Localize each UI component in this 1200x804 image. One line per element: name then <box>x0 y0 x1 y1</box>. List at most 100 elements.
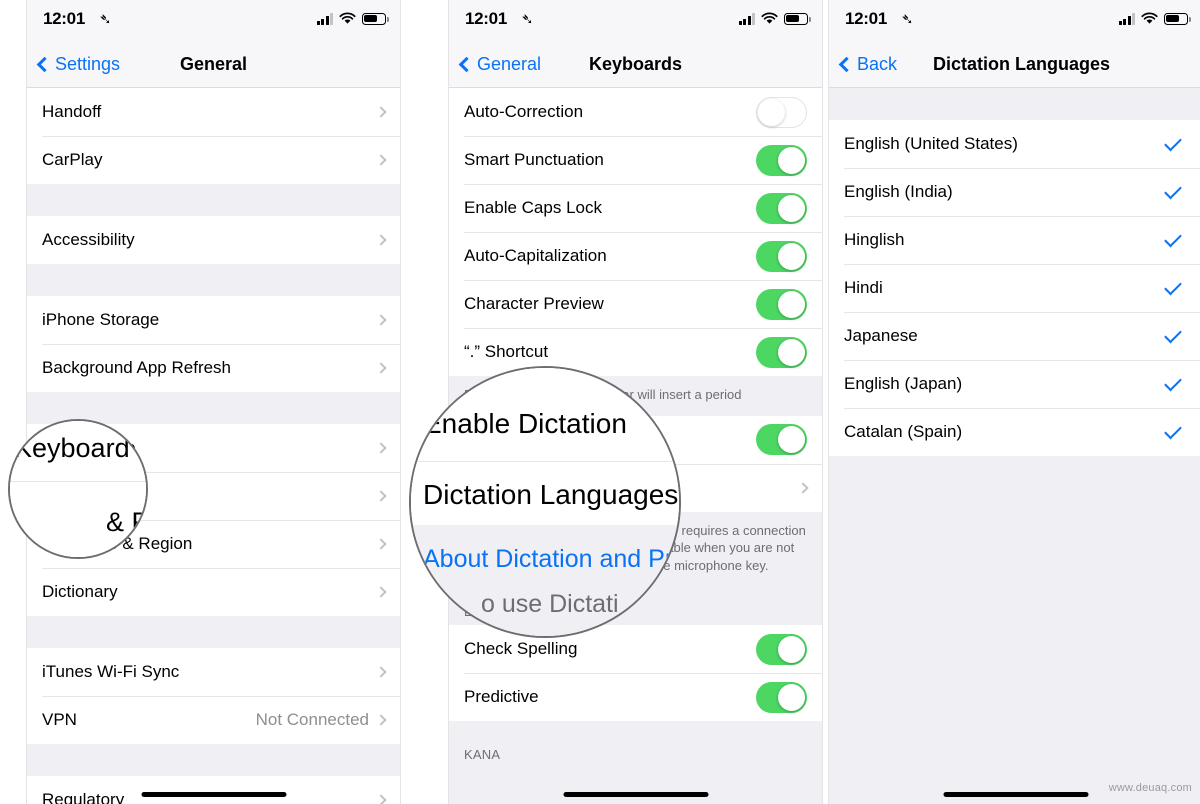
status-bar: 12:01 ➴ <box>449 0 822 40</box>
list-item-label: Japanese <box>844 326 918 345</box>
chevron-right-icon <box>797 481 809 494</box>
wifi-icon <box>761 12 778 24</box>
toggle-predictive[interactable] <box>756 681 807 713</box>
list-group-languages: English (United States) English (India) … <box>829 120 1200 456</box>
status-bar: 12:01 ➴ <box>27 0 400 40</box>
chevron-right-icon <box>375 362 387 374</box>
list-item-label: Dictionary <box>42 582 118 601</box>
group-separator <box>27 616 400 648</box>
toggle-enable-caps-lock[interactable] <box>756 192 807 224</box>
list-item-label: Hindi <box>844 278 883 297</box>
magnified-label-region-partial: & Reg <box>106 507 146 537</box>
list-group: iTunes Wi-Fi Sync VPN Not Connected <box>27 648 400 744</box>
chevron-right-icon <box>375 314 387 326</box>
toggle-period-shortcut[interactable] <box>756 336 807 368</box>
list-item-iphone-storage[interactable]: iPhone Storage <box>27 296 400 344</box>
list-item-itunes-wifi-sync[interactable]: iTunes Wi-Fi Sync <box>27 648 400 696</box>
list-item-dictionary[interactable]: Dictionary <box>27 568 400 616</box>
magnifier-loupe-keyboard: Keyboard ate & e & Reg <box>8 419 148 559</box>
status-bar-indicators <box>1118 12 1191 25</box>
location-arrow-icon: ➴ <box>99 11 112 28</box>
toggle-auto-capitalization[interactable] <box>756 240 807 272</box>
toggle-check-spelling[interactable] <box>756 633 807 665</box>
magnified-link-about-dictation[interactable]: About Dictation and Priva <box>423 545 679 574</box>
home-indicator <box>563 792 708 797</box>
list-item-background-app-refresh[interactable]: Background App Refresh <box>27 344 400 392</box>
list-group-keyboard-options: Auto-Correction Smart Punctuation Enable… <box>449 88 822 376</box>
list-item-auto-correction[interactable]: Auto-Correction <box>449 88 822 136</box>
chevron-right-icon <box>375 666 387 678</box>
list-item-auto-capitalization[interactable]: Auto-Capitalization <box>449 232 822 280</box>
chevron-right-icon <box>375 154 387 166</box>
list-item-handoff[interactable]: Handoff <box>27 88 400 136</box>
cellular-signal-icon <box>316 12 333 25</box>
nav-bar-dictation-languages: Back Dictation Languages <box>829 40 1200 88</box>
list-item-character-preview[interactable]: Character Preview <box>449 280 822 328</box>
list-item-enable-caps-lock[interactable]: Enable Caps Lock <box>449 184 822 232</box>
list-item-predictive[interactable]: Predictive <box>449 673 822 722</box>
cellular-signal-icon <box>738 12 755 25</box>
magnified-label-time-partial: e <box>108 421 123 434</box>
list-item-label: CarPlay <box>42 150 103 169</box>
list-item-language[interactable]: Hinglish <box>829 216 1200 264</box>
checkmark-icon <box>1164 277 1182 295</box>
chevron-right-icon <box>375 714 387 726</box>
status-bar-indicators <box>738 12 811 25</box>
wifi-icon <box>339 12 356 24</box>
chevron-right-icon <box>375 586 387 598</box>
section-header-kana: KANA <box>449 721 822 769</box>
phone-panel-dictation-languages: 12:01 ➴ Back Dictation Languages English… <box>828 0 1200 804</box>
page-title-dictation-languages: Dictation Languages <box>933 53 1111 74</box>
status-bar: 12:01 ➴ <box>829 0 1200 40</box>
battery-icon <box>362 12 389 25</box>
status-bar-time: 12:01 <box>43 9 85 28</box>
magnified-label-enable-dictation: Enable Dictation <box>423 408 627 439</box>
list-item-label: Predictive <box>464 687 539 707</box>
list-item-label: Auto-Correction <box>464 102 584 121</box>
magnified-text-double-partial: D <box>411 368 417 383</box>
page-title-keyboards: Keyboards <box>588 53 683 74</box>
checkmark-icon <box>1164 325 1182 343</box>
watermark: www.deuaq.com <box>1108 782 1192 794</box>
home-indicator <box>141 792 286 797</box>
group-separator <box>27 744 400 776</box>
list-item-language[interactable]: English (United States) <box>829 120 1200 168</box>
toggle-auto-correction[interactable] <box>756 96 807 128</box>
list-item-language[interactable]: Hindi <box>829 264 1200 312</box>
page-title-general: General <box>179 53 248 74</box>
list-item-label: English (United States) <box>844 134 1018 153</box>
status-bar-time: 12:01 <box>465 9 507 28</box>
toggle-smart-punctuation[interactable] <box>756 144 807 176</box>
status-bar-time: 12:01 <box>845 9 887 28</box>
location-arrow-icon: ➴ <box>901 11 914 28</box>
magnifier-loupe-dictation: Enable Dictation Dictation Languages Abo… <box>409 366 681 638</box>
list-item-smart-punctuation[interactable]: Smart Punctuation <box>449 136 822 184</box>
list-item-language[interactable]: Japanese <box>829 312 1200 360</box>
list-item-label: Background App Refresh <box>42 358 232 377</box>
list-item-label: “.” Shortcut <box>464 342 549 361</box>
list-item-accessibility[interactable]: Accessibility <box>27 216 400 264</box>
home-indicator <box>943 792 1088 797</box>
list-item-carplay[interactable]: CarPlay <box>27 136 400 184</box>
list-item-language[interactable]: English (India) <box>829 168 1200 216</box>
nav-bar-general: Settings General <box>27 40 400 88</box>
toggle-character-preview[interactable] <box>756 288 807 320</box>
magnified-label-keyboard: Keyboard <box>14 433 130 463</box>
list-item-language[interactable]: Catalan (Spain) <box>829 408 1200 456</box>
status-bar-indicators <box>316 12 389 25</box>
magnified-text-use-dictation-partial: o use Dictati <box>481 590 619 618</box>
list-item-label: Regulatory <box>42 790 125 804</box>
chevron-right-icon <box>375 442 387 454</box>
list-item-label: Character Preview <box>464 294 604 313</box>
list-group: Handoff CarPlay <box>27 88 400 184</box>
cellular-signal-icon <box>1118 12 1135 25</box>
language-list[interactable]: English (United States) English (India) … <box>829 88 1200 804</box>
list-item-label: Enable Caps Lock <box>464 198 602 217</box>
list-item-value: Not Connected <box>255 710 369 729</box>
list-item-regulatory[interactable]: Regulatory <box>27 776 400 804</box>
list-item-label: Hinglish <box>844 230 905 249</box>
list-item-language[interactable]: English (Japan) <box>829 360 1200 408</box>
toggle-enable-dictation[interactable] <box>756 424 807 456</box>
list-item-vpn[interactable]: VPN Not Connected <box>27 696 400 744</box>
list-item-label: English (Japan) <box>844 374 963 393</box>
